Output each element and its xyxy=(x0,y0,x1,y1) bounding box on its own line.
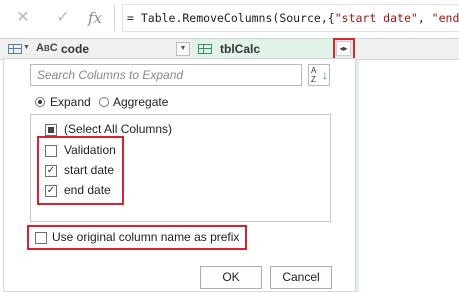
table-icon xyxy=(198,44,212,54)
aggregate-radio-label[interactable]: Aggregate xyxy=(113,95,168,109)
highlight-prefix-option xyxy=(27,225,247,250)
confirm-formula-icon[interactable]: ✓ xyxy=(54,9,72,27)
chevron-down-icon[interactable]: ▼ xyxy=(23,44,30,51)
formula-input[interactable]: = Table.RemoveColumns(Source,{"start dat… xyxy=(122,4,459,32)
aggregate-radio[interactable] xyxy=(99,97,109,107)
formula-divider xyxy=(114,5,115,31)
search-columns-input[interactable]: Search Columns to Expand xyxy=(30,64,302,86)
column-header-tblcalc[interactable]: tblCalc ◂▸ xyxy=(192,39,356,60)
expand-radio-label[interactable]: Expand xyxy=(50,95,91,109)
ok-button[interactable]: OK xyxy=(200,266,262,289)
column-header-label: tblCalc xyxy=(220,42,261,56)
highlight-expand-button xyxy=(333,38,355,60)
select-all-checkbox[interactable] xyxy=(45,124,57,136)
column-header-row: ▼ ABC code ▼ tblCalc ◂▸ xyxy=(0,38,459,60)
column-header-code[interactable]: code xyxy=(61,42,89,56)
formula-bar: ✕ ✓ fx = Table.RemoveColumns(Source,{"st… xyxy=(0,0,459,38)
highlight-column-list xyxy=(37,136,124,205)
text-type-icon[interactable]: ABC xyxy=(36,42,58,54)
fx-icon[interactable]: fx xyxy=(88,8,108,28)
sort-az-icon: AZ xyxy=(311,66,317,84)
cancel-button[interactable]: Cancel xyxy=(270,266,332,289)
sort-az-button[interactable]: AZ ↓ xyxy=(308,64,330,86)
code-filter-dropdown-icon[interactable]: ▼ xyxy=(176,42,190,56)
cancel-formula-icon[interactable]: ✕ xyxy=(14,9,32,27)
arrow-down-icon: ↓ xyxy=(322,68,328,82)
list-item-select-all[interactable]: (Select All Columns) xyxy=(64,122,172,136)
tblcalc-column-strip xyxy=(356,60,359,292)
table-menu-icon[interactable] xyxy=(8,44,22,54)
expand-radio[interactable] xyxy=(35,97,45,107)
